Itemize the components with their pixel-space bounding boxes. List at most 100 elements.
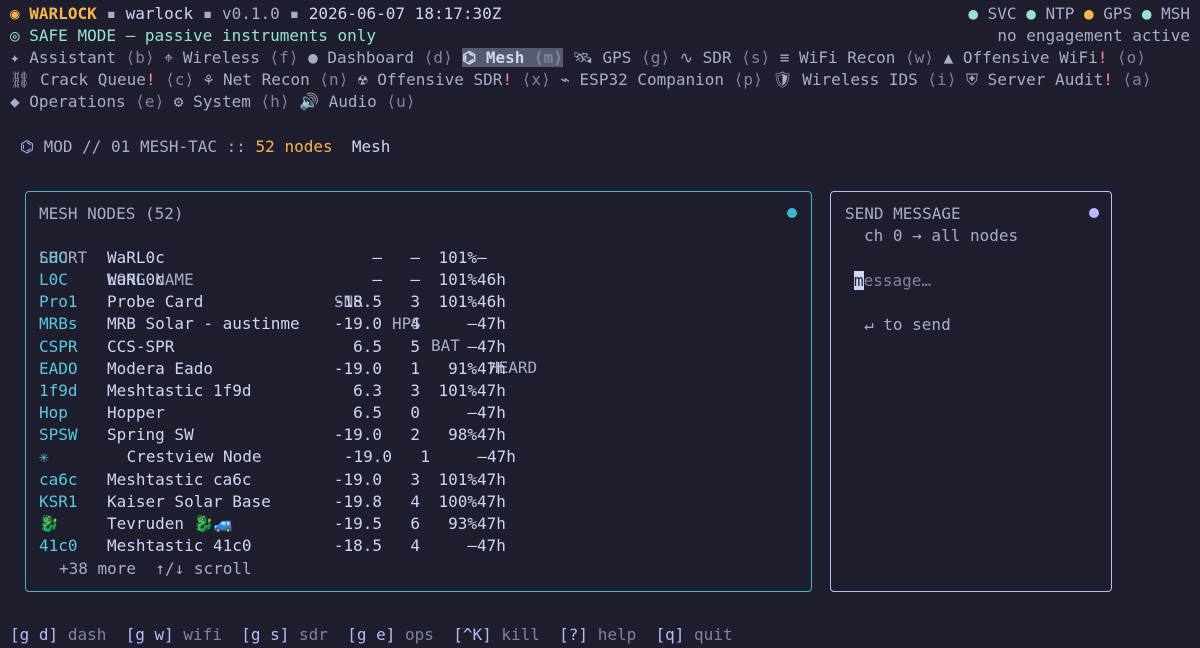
host-name: warlock [125,4,194,23]
node-hops: 1 [420,447,430,467]
nav-item-system[interactable]: ⚙ System ⟨h⟩ [174,92,290,111]
table-row[interactable]: ✳ Crestview Node -19.0 1 —47h [39,446,799,468]
node-long-name: Meshtastic 41c0 [107,535,252,555]
nav-icon: 🔊 [299,92,319,111]
table-row[interactable]: L0C WaRL0c — —101% — [39,247,799,269]
nav-shortcut: ⟨p⟩ [733,70,763,89]
nav-label: Offensive WiFi [962,48,1098,67]
shortcut-label: help [597,625,637,644]
title-bar: ◉ WARLOCK ▪ warlock ▪ v0.1.0 ▪ 2026-06-0… [10,3,501,25]
nav-item-offensive-wifi[interactable]: ▲ Offensive WiFi! ⟨o⟩ [944,48,1146,67]
node-snr: -19.0 [333,469,382,489]
table-row[interactable]: KSR1 Kaiser Solar Base -19.8 4 100% 47h [39,491,799,513]
status-indicators: ● SVC ● NTP ● GPS ● MSH [968,3,1190,25]
message-input[interactable]: message… [854,270,931,292]
node-long-name: Kaiser Solar Base [107,491,271,511]
shortcut-label: dash [67,625,107,644]
node-hops: 1 [410,358,420,378]
node-short-name: ca6c [39,469,78,489]
node-snr: 6.5 [353,336,382,356]
node-battery: — [467,535,477,555]
nav-icon: 🛡 [772,70,793,89]
node-long-name: WaRL0c [107,248,165,267]
shortcut-dash[interactable]: [g d] dash [10,625,106,644]
nav-item-wireless[interactable]: ⌖ Wireless ⟨f⟩ [164,48,298,67]
node-long-name: CCS-SPR [107,336,175,356]
mesh-nodes-panel[interactable]: MESH NODES (52) SHORT LONG NAME SNR HPS … [25,191,812,592]
node-battery: 101% [438,469,477,489]
node-last-heard: 47h [477,469,506,489]
node-battery: 101% [438,270,477,290]
table-row[interactable]: 41c0 Meshtastic 41c0 -18.5 4 —47h [39,535,799,557]
node-long-name: WaRL0c [107,270,165,290]
nav-item-mesh[interactable]: ⌬ Mesh ⟨m⟩ [462,48,563,67]
nav-label: Offensive SDR [377,70,503,89]
node-last-heard: 46h [477,270,506,290]
node-snr: -19.8 [333,491,382,511]
node-long-name: Meshtastic ca6c [107,469,252,489]
panel-title: SEND MESSAGE [845,204,961,223]
nav-item-sdr[interactable]: ∿ SDR ⟨s⟩ [680,48,771,67]
table-row[interactable]: 1f9d Meshtastic 1f9d 6.3 3 101% 47h [39,380,799,402]
table-header: SHORT LONG NAME SNR HPS BAT HEARD [39,225,799,377]
scroll-hint: +38 more ↑/↓ scroll [59,559,252,578]
table-row[interactable]: Hop Hopper 6.5 0 —47h [39,402,799,424]
status-svc: ● SVC [968,4,1016,23]
table-row[interactable]: L0C WaRL0c — — 101% 46h [39,269,799,291]
nav-item-audio[interactable]: 🔊 Audio ⟨u⟩ [299,92,415,111]
node-hops: 2 [410,425,420,445]
nav-item-esp32-companion[interactable]: ⌁ ESP32 Companion ⟨p⟩ [560,70,762,89]
shortcut-sdr[interactable]: [g s] sdr [241,625,328,644]
node-short-name: 1f9d [39,380,78,400]
nav-item-gps[interactable]: 🛰 GPS ⟨g⟩ [573,48,670,67]
node-hops: 4 [410,314,420,334]
shortcut-help[interactable]: [?] help [559,625,636,644]
shortcut-label: quit [694,625,733,644]
nav-item-crack-queue[interactable]: ⛓ Crack Queue! ⟨c⟩ [10,70,194,89]
send-hint: ↵ to send [864,315,951,334]
nav-shortcut: ⟨m⟩ [534,48,563,67]
shortcut-wifi[interactable]: [g w] wifi [126,625,222,644]
nav-icon: ⌖ [164,48,174,67]
warning-mark: ! [145,70,156,89]
nav-item-dashboard[interactable]: ● Dashboard ⟨d⟩ [308,48,453,67]
node-long-name: Tevruden 🐉🚙 [107,513,234,533]
nav-icon: ∿ [679,48,694,67]
nav-label: Crack Queue [39,70,146,89]
node-battery: — [477,447,487,467]
shortcut-key: [?] [559,625,589,644]
node-snr: 6.3 [353,380,382,400]
status-gps: ● GPS [1084,4,1132,23]
nav-item-offensive-sdr[interactable]: ☢ Offensive SDR! ⟨x⟩ [358,70,551,89]
node-hops: 5 [410,336,420,356]
node-short-name: KSR1 [39,491,78,511]
table-row[interactable]: SPSW Spring SW -19.0 2 98% 47h [39,424,799,446]
nav-label: Net Recon [223,70,310,89]
status-label: GPS [1103,4,1133,23]
table-row[interactable]: MRBs MRB Solar - austinme -19.0 4 —47h [39,313,799,335]
nav-item-net-recon[interactable]: ⚘ Net Recon ⟨n⟩ [204,70,349,89]
nav-icon: ⛓ [10,70,31,89]
table-row[interactable]: CSPR CCS-SPR 6.5 5 —47h [39,336,799,358]
shortcut-quit[interactable]: [q] quit [656,625,733,644]
table-row[interactable]: Pro1 Probe Card -18.5 3 101% 46h [39,291,799,313]
node-last-heard: 47h [477,314,506,334]
nav-item-wireless-ids[interactable]: 🛡 Wireless IDS ⟨i⟩ [772,70,956,89]
node-battery: 101% [438,248,477,267]
table-row[interactable]: EADO Modera Eado -19.0 1 91% 47h [39,358,799,380]
node-snr: -18.5 [333,535,382,555]
nav-item-assistant[interactable]: ✦ Assistant ⟨b⟩ [10,48,155,67]
node-hops: — [410,270,420,290]
node-last-heard: 47h [477,380,506,400]
table-row[interactable]: 🐉 Tevruden 🐉🚙 -19.5 6 93% 47h [39,513,799,535]
nav-item-wifi-recon[interactable]: ≡ WiFi Recon ⟨w⟩ [780,48,934,67]
shortcut-ops[interactable]: [g e] ops [347,625,434,644]
nav-item-operations[interactable]: ◆ Operations ⟨e⟩ [10,92,164,111]
nav-item-server-audit[interactable]: ⛨ Server Audit! ⟨a⟩ [966,70,1151,89]
status-dot-icon: ● [968,4,988,23]
shortcut-kill[interactable]: [^K] kill [453,625,540,644]
table-row[interactable]: ca6c Meshtastic ca6c -19.0 3 101% 47h [39,469,799,491]
node-snr: 6.5 [353,403,382,423]
separator: ▪ [289,4,300,23]
module-path: MOD // 01 MESH-TAC :: [43,137,246,156]
